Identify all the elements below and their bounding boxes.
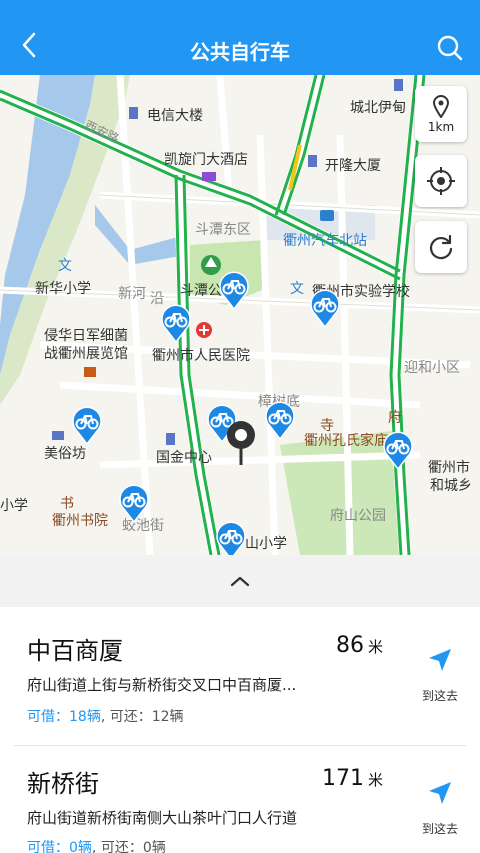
map-label: 凯旋门大酒店 — [164, 152, 248, 168]
list-item[interactable]: 中百商厦 86 米 府山街道上街与新桥街交叉口中百商厦... 可借：18辆, 可还… — [0, 607, 480, 745]
map-scale-label: 1km — [427, 120, 455, 134]
navigate-button[interactable]: 到这去 — [415, 780, 465, 837]
bike-station-pin[interactable] — [215, 520, 247, 555]
map-label: 美俗坊 — [44, 446, 86, 462]
refresh-button[interactable] — [415, 221, 467, 273]
bike-station-pin[interactable] — [160, 303, 192, 344]
bike-icon — [310, 289, 340, 329]
svg-text:文: 文 — [290, 281, 304, 297]
location-pin-icon — [227, 421, 255, 465]
search-icon — [437, 35, 463, 61]
map-label: 国金中心 — [156, 450, 212, 466]
map-label: 衢州市人民医院 — [152, 348, 250, 364]
map-label: 小学 — [0, 498, 28, 514]
app-header: 公共自行车 — [0, 0, 480, 75]
search-button[interactable] — [430, 28, 470, 68]
bike-station-pin[interactable] — [264, 400, 296, 441]
bike-icon — [216, 521, 246, 555]
map-label: 府 — [388, 410, 402, 426]
map-label: 斗潭东区 — [195, 222, 251, 238]
map-label: 新华小学 — [35, 281, 91, 297]
map-label: 侵华日军细菌 — [44, 328, 128, 344]
navigation-arrow-icon — [429, 782, 451, 804]
map-base: 文 文 寺 书 — [0, 75, 480, 555]
station-availability: 可借：18辆, 可还：12辆 — [27, 709, 184, 725]
bike-icon — [119, 484, 149, 524]
locate-button[interactable] — [415, 155, 467, 207]
map-label: 电信大楼 — [147, 108, 203, 124]
chevron-up-icon — [230, 576, 250, 587]
station-address: 府山街道上街与新桥街交叉口中百商厦... — [27, 676, 297, 694]
station-name: 新桥街 — [27, 770, 99, 798]
bike-icon — [219, 271, 249, 311]
bike-icon — [161, 304, 191, 344]
map-label: 衢州市 — [428, 460, 470, 476]
navigation-arrow-icon — [429, 649, 451, 671]
map-label: 衢州汽车北站 — [283, 233, 367, 249]
map-scale-button[interactable]: 1km — [415, 86, 467, 142]
bike-icon — [265, 401, 295, 441]
map-label: 战衢州展览馆 — [44, 346, 128, 362]
map-label: 府山公园 — [330, 508, 386, 524]
refresh-icon — [429, 234, 453, 260]
bike-station-pin[interactable] — [309, 288, 341, 329]
map-label: 山小学 — [245, 536, 287, 552]
map-label: 衢州孔氏家庙 — [304, 433, 388, 449]
bike-station-pin[interactable] — [382, 430, 414, 471]
map-pin-icon — [432, 95, 450, 118]
map-label: 新河 — [118, 286, 146, 302]
map-view[interactable]: 文 文 寺 书 电信大楼 城北伊甸 西安路 凯旋门大酒店 开隆大厦 斗潭东区 衢… — [0, 75, 480, 555]
station-name: 中百商厦 — [27, 637, 123, 665]
list-item[interactable]: 新桥街 171 米 府山街道新桥街南侧大山茶叶门口人行道 可借：0辆, 可还：0辆… — [0, 746, 480, 853]
panel-expand-handle[interactable] — [0, 555, 480, 607]
bike-station-pin[interactable] — [218, 270, 250, 311]
current-location-pin — [224, 418, 258, 466]
navigate-button[interactable]: 到这去 — [415, 647, 465, 704]
bike-station-pin[interactable] — [118, 483, 150, 524]
map-label: 迎和小区 — [404, 360, 460, 376]
bike-icon — [383, 431, 413, 471]
map-label: 衢州书院 — [52, 513, 108, 529]
station-list: 中百商厦 86 米 府山街道上街与新桥街交叉口中百商厦... 可借：18辆, 可还… — [0, 607, 480, 853]
station-availability: 可借：0辆, 可还：0辆 — [27, 840, 166, 853]
map-label: 和城乡 — [430, 478, 472, 494]
svg-text:文: 文 — [58, 258, 72, 274]
map-label: 城北伊甸 — [350, 100, 406, 116]
station-distance: 86 米 — [335, 633, 383, 658]
bike-icon — [72, 406, 102, 446]
station-distance: 171 米 — [321, 766, 383, 791]
map-label: 开隆大厦 — [325, 158, 381, 174]
bike-station-pin[interactable] — [71, 405, 103, 446]
station-address: 府山街道新桥街南侧大山茶叶门口人行道 — [27, 809, 298, 827]
page-title: 公共自行车 — [190, 40, 290, 64]
crosshair-icon — [427, 167, 455, 195]
